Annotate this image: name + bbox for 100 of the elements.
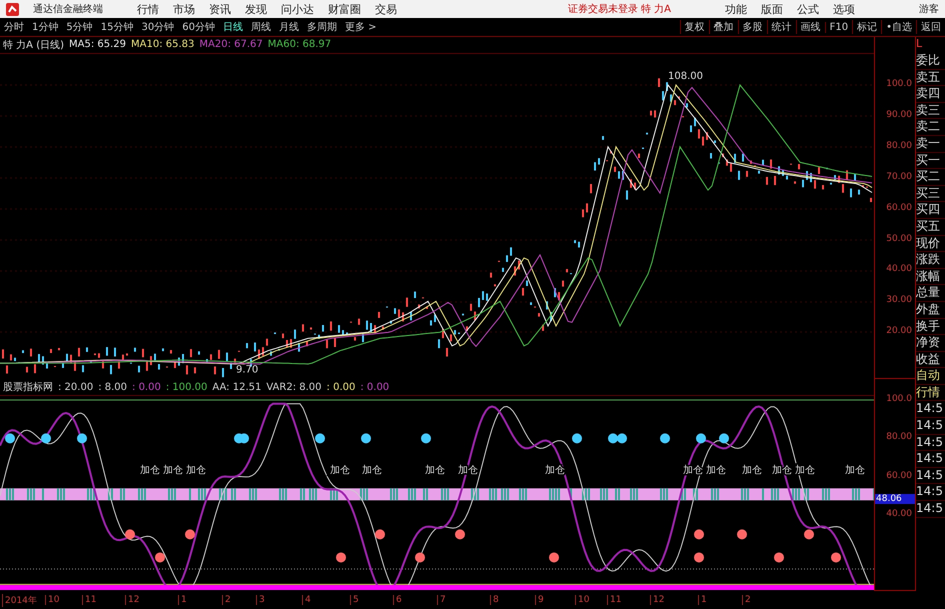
- time-axis-label: 1: [698, 595, 707, 605]
- current-value-label: 48.06: [875, 494, 915, 504]
- signal-marker: [694, 530, 704, 540]
- tool-menu-item[interactable]: 版面: [761, 2, 783, 16]
- signal-marker: [549, 552, 559, 563]
- signal-marker: [719, 434, 729, 444]
- tick-time: 14:5: [916, 484, 945, 502]
- quote-field-label: 委比: [916, 53, 945, 70]
- tick-time: 14:5: [916, 468, 945, 484]
- time-axis-label: 2: [742, 595, 751, 605]
- add-position-label: 加仓: [186, 465, 206, 476]
- period-tab[interactable]: 60分钟: [178, 20, 219, 34]
- quote-field-label: 卖二: [916, 119, 945, 136]
- price-axis-label: 40.00: [886, 264, 912, 274]
- period-tab[interactable]: 更多 >: [340, 20, 381, 34]
- signal-marker: [336, 552, 346, 563]
- low-price-label: 9.70: [236, 364, 258, 376]
- time-axis-label: 2014年: [2, 594, 37, 606]
- price-axis-label: 30.00: [886, 295, 912, 306]
- signal-marker: [455, 530, 465, 540]
- period-tab[interactable]: 月线: [274, 20, 303, 34]
- signal-marker: [185, 530, 195, 540]
- price-axis-label: 80.00: [886, 140, 912, 151]
- indicator-value: : 0.00: [360, 382, 390, 393]
- period-tab[interactable]: 周线: [246, 20, 275, 34]
- period-tab[interactable]: 15分钟: [96, 20, 138, 34]
- quote-field-label: 总量: [916, 285, 945, 302]
- time-axis-label: 12: [125, 595, 140, 605]
- time-axis-label: 10: [45, 595, 60, 605]
- tool-menu-item[interactable]: 选项: [833, 2, 855, 16]
- quote-field-label: 外盘: [916, 302, 945, 318]
- guest-label[interactable]: 游客: [919, 2, 939, 16]
- quote-field-label: 买三: [916, 186, 945, 202]
- quote-field-label: 净资: [916, 335, 945, 352]
- toolbar-button[interactable]: 复权: [680, 20, 709, 34]
- indicator-value: AA: 12.51: [212, 382, 262, 393]
- time-axis-label: 4: [302, 595, 311, 605]
- add-position-label: 加仓: [742, 465, 762, 476]
- period-tab[interactable]: 5分钟: [62, 20, 97, 34]
- menu-item[interactable]: 问小达: [281, 2, 314, 16]
- menu-item[interactable]: 财富圈: [328, 2, 361, 16]
- signal-marker: [774, 552, 784, 563]
- time-axis-label: 8: [490, 595, 499, 605]
- period-tab[interactable]: 多周期: [302, 20, 341, 34]
- quote-field-label: 买二: [916, 169, 945, 186]
- toolbar-button[interactable]: F10: [824, 22, 852, 32]
- high-price-label: 108.00: [668, 70, 703, 82]
- menu-item[interactable]: 行情: [137, 2, 159, 16]
- tool-menu-item[interactable]: 公式: [797, 2, 819, 16]
- toolbar-button[interactable]: 返回: [916, 20, 945, 34]
- time-axis-label: 2: [222, 595, 231, 605]
- signal-marker: [572, 434, 582, 444]
- tick-time: 14:5: [916, 401, 945, 418]
- menu-item[interactable]: 市场: [173, 2, 195, 16]
- add-position-label: 加仓: [163, 465, 183, 476]
- signal-marker: [361, 434, 371, 444]
- add-position-label: 加仓: [140, 465, 160, 476]
- quote-field-label: 买四: [916, 202, 945, 219]
- period-tab[interactable]: 30分钟: [137, 20, 178, 34]
- signal-marker: [737, 530, 747, 540]
- signal-marker: [155, 552, 165, 563]
- ma-value: MA5: 65.29: [69, 39, 126, 50]
- toolbar-button[interactable]: 画线: [796, 20, 825, 34]
- signal-marker: [315, 434, 325, 444]
- signal-marker: [660, 434, 670, 444]
- indicator-axis-label: 100.0: [886, 394, 912, 404]
- add-position-label: 加仓: [362, 465, 382, 476]
- login-notice: 证券交易未登录 特 力A: [568, 2, 671, 16]
- time-axis-label: 3: [256, 595, 265, 605]
- period-tab[interactable]: 分时: [0, 20, 28, 34]
- period-tab[interactable]: 1分钟: [28, 20, 62, 34]
- toolbar-button[interactable]: •自选: [881, 20, 916, 34]
- toolbar-button[interactable]: 统计: [766, 20, 796, 34]
- menu-item[interactable]: 资讯: [209, 2, 231, 16]
- signal-marker: [694, 552, 704, 563]
- indicator-axis-label: 60.00: [886, 470, 912, 481]
- indicator-value: : 20.00: [58, 382, 94, 393]
- tick-time: 14:5: [916, 418, 945, 435]
- toolbar-button[interactable]: 多股: [738, 20, 767, 34]
- signal-marker: [696, 434, 706, 444]
- tick-time: 14:5: [916, 501, 945, 518]
- tool-menu-item[interactable]: 功能: [725, 2, 747, 16]
- indicator-value: VAR2: 8.00: [266, 382, 322, 393]
- toolbar-button[interactable]: 叠加: [708, 20, 738, 34]
- menu-item[interactable]: 交易: [375, 2, 397, 16]
- quote-field-label: 行情: [916, 384, 945, 402]
- ma-value: MA10: 65.83: [131, 39, 194, 50]
- time-axis-label: 5: [350, 595, 359, 605]
- signal-marker: [77, 434, 87, 444]
- menu-item[interactable]: 发现: [245, 2, 267, 16]
- quote-field-label: 卖一: [916, 136, 945, 153]
- indicator-value: : 100.00: [166, 382, 208, 393]
- signal-marker: [239, 434, 249, 444]
- period-tab[interactable]: 日线: [218, 20, 247, 34]
- indicator-name: 股票指标网: [3, 380, 53, 394]
- add-position-label: 加仓: [845, 465, 865, 476]
- toolbar-button[interactable]: 标记: [852, 20, 882, 34]
- indicator-value: : 0.00: [326, 382, 356, 393]
- time-axis-label: 6: [393, 595, 402, 605]
- quote-field-label: 换手: [916, 318, 945, 336]
